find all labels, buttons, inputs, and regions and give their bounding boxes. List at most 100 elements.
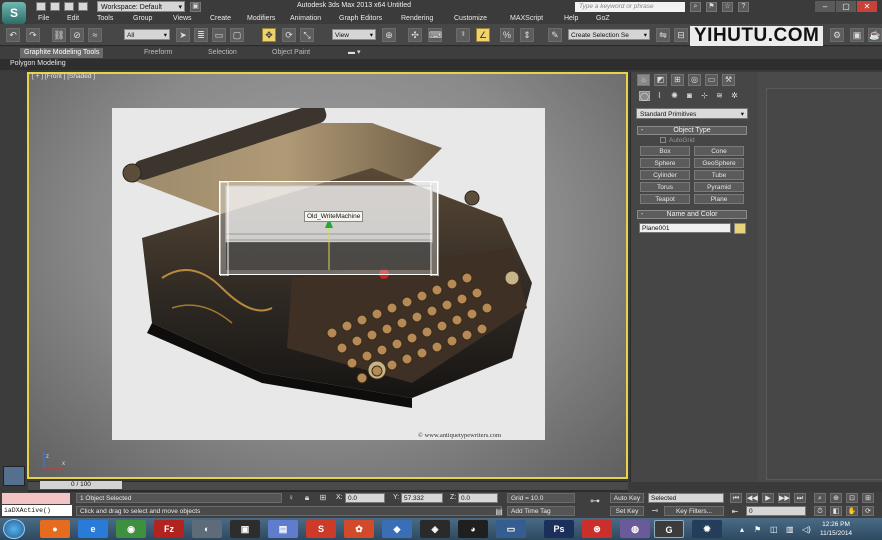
new-file-icon[interactable] — [36, 2, 46, 11]
menu-modifiers[interactable]: Modifiers — [247, 15, 275, 22]
modify-tab-icon[interactable]: ◩ — [654, 74, 667, 86]
unlink-icon[interactable]: ⊘ — [70, 28, 84, 42]
create-tab-icon[interactable]: ☼ — [637, 74, 650, 86]
tray-arrow-icon[interactable]: ▴ — [740, 525, 744, 534]
isolate-selection-icon[interactable]: ♀ — [286, 493, 296, 503]
snaps-toggle-icon[interactable]: ³ — [456, 28, 470, 42]
rendered-frame-icon[interactable]: ▣ — [850, 28, 864, 42]
next-frame-icon[interactable]: ▶▶ — [778, 493, 790, 503]
network-icon[interactable]: ▥ — [786, 525, 794, 534]
messenger-icon[interactable]: ◐ — [192, 520, 222, 538]
set-key-button[interactable]: Set Key — [610, 506, 644, 516]
app-shield-icon[interactable]: ⊛ — [582, 520, 612, 538]
angle-snap-icon[interactable]: ∠ — [476, 28, 490, 42]
spacewarps-category-icon[interactable]: ≋ — [714, 91, 725, 101]
geometry-category-icon[interactable]: ◯ — [639, 91, 650, 101]
auto-key-button[interactable]: Auto Key — [610, 493, 644, 503]
lights-category-icon[interactable]: ✺ — [669, 91, 680, 101]
spinner-snap-icon[interactable]: ⇕ — [520, 28, 534, 42]
align-icon[interactable]: ⊟ — [674, 28, 688, 42]
workspace-dropdown[interactable]: Workspace: Default ▾ — [97, 1, 185, 12]
zoom-all-icon[interactable]: ⊕ — [830, 493, 842, 503]
keyboard-shortcut-icon[interactable]: ⌨ — [428, 28, 442, 42]
menu-edit[interactable]: Edit — [67, 15, 79, 22]
firefox-icon[interactable]: ● — [40, 520, 70, 538]
render-setup-icon[interactable]: ⚙ — [830, 28, 844, 42]
3ds-max-taskbar-icon[interactable]: ▣ — [230, 520, 260, 538]
project-folder-icon[interactable]: ▣ — [190, 2, 201, 12]
helpers-category-icon[interactable]: ⊹ — [699, 91, 710, 101]
bind-space-warp-icon[interactable]: ≈ — [88, 28, 102, 42]
select-manipulate-icon[interactable]: ✣ — [408, 28, 422, 42]
selection-filter-dropdown[interactable]: All ▾ — [124, 29, 170, 40]
select-and-move-icon[interactable]: ✥ — [262, 28, 276, 42]
settings-gear-icon[interactable]: ✹ — [692, 520, 722, 538]
utilities-tab-icon[interactable]: ⚒ — [722, 74, 735, 86]
selection-lock-icon[interactable]: 🔒︎ — [302, 493, 312, 503]
go-to-end-icon[interactable]: ⏭ — [794, 493, 806, 503]
shapes-category-icon[interactable]: ⌇ — [654, 91, 665, 101]
plane-button[interactable]: Plane — [694, 194, 744, 204]
undo-icon[interactable]: ↶ — [6, 28, 20, 42]
play-icon[interactable]: ▶ — [762, 493, 774, 503]
maxscript-listener-input[interactable]: iaDXActive() — [2, 505, 72, 516]
name-and-color-rollout[interactable]: - Name and Color — [637, 210, 747, 219]
primitive-category-dropdown[interactable]: Standard Primitives ▾ — [636, 108, 748, 119]
rectangular-selection-icon[interactable]: ▭ — [212, 28, 226, 42]
filezilla-secondary-icon[interactable]: S — [306, 520, 336, 538]
set-keys-icon[interactable]: ⊸ — [650, 506, 660, 516]
menu-maxscript[interactable]: MAXScript — [510, 15, 543, 22]
add-time-tag-button[interactable]: Add Time Tag — [507, 506, 575, 516]
tray-app-icon[interactable]: ◫ — [770, 525, 778, 534]
pyramid-button[interactable]: Pyramid — [694, 182, 744, 192]
object-name-field[interactable]: Plane001 — [639, 223, 731, 233]
pan-view-icon[interactable]: ✋ — [846, 506, 858, 516]
named-selection-dropdown[interactable]: Create Selection Se ▾ — [568, 29, 650, 40]
flag-icon[interactable]: ⚑ — [754, 525, 761, 534]
undo-quick-icon[interactable] — [78, 2, 88, 11]
pivot-center-icon[interactable]: ⊕ — [382, 28, 396, 42]
zoom-extents-all-icon[interactable]: ⊞ — [862, 493, 874, 503]
chrome-icon[interactable]: ◉ — [116, 520, 146, 538]
filezilla-icon[interactable]: Fz — [154, 520, 184, 538]
tab-object-paint[interactable]: Object Paint — [268, 48, 314, 58]
edit-named-selection-icon[interactable]: ✎ — [548, 28, 562, 42]
cylinder-button[interactable]: Cylinder — [640, 170, 690, 180]
autogrid-checkbox[interactable]: AutoGrid — [660, 137, 695, 144]
box-button[interactable]: Box — [640, 146, 690, 156]
tube-button[interactable]: Tube — [694, 170, 744, 180]
menu-group[interactable]: Group — [133, 15, 152, 22]
previous-frame-icon[interactable]: ◀◀ — [746, 493, 758, 503]
minimize-button[interactable]: – — [815, 1, 835, 12]
cone-button[interactable]: Cone — [694, 146, 744, 156]
select-and-rotate-icon[interactable]: ⟳ — [282, 28, 296, 42]
ribbon-options-icon[interactable]: ▬ ▾ — [344, 48, 364, 58]
systems-category-icon[interactable]: ✲ — [729, 91, 740, 101]
app-red-icon[interactable]: ✿ — [344, 520, 374, 538]
maxscript-listener-output[interactable] — [2, 493, 70, 504]
tab-graphite-modeling-tools[interactable]: Graphite Modeling Tools — [20, 48, 104, 58]
viewport-thumbnail[interactable] — [3, 466, 25, 486]
menu-tools[interactable]: Tools — [97, 15, 113, 22]
absolute-mode-icon[interactable]: ⊞ — [318, 493, 328, 503]
community-icon[interactable]: ⚑ — [706, 2, 717, 12]
motion-tab-icon[interactable]: ◎ — [688, 74, 701, 86]
percent-snap-icon[interactable]: % — [500, 28, 514, 42]
menu-rendering[interactable]: Rendering — [401, 15, 433, 22]
x-coordinate-input[interactable]: 0.0 — [345, 493, 385, 503]
sphere-button[interactable]: Sphere — [640, 158, 690, 168]
explorer-icon[interactable]: ▤ — [268, 520, 298, 538]
volume-icon[interactable]: ◁) — [802, 525, 811, 534]
menu-goz[interactable]: GoZ — [596, 15, 610, 22]
app-logo[interactable]: S — [2, 2, 26, 24]
teapot-button[interactable]: Teapot — [640, 194, 690, 204]
select-object-icon[interactable]: ➤ — [176, 28, 190, 42]
link-icon[interactable]: ⛓ — [52, 28, 66, 42]
monitor-icon[interactable]: ▭ — [496, 520, 526, 538]
tab-freeform[interactable]: Freeform — [140, 48, 176, 58]
select-and-scale-icon[interactable]: ⤡ — [300, 28, 314, 42]
help-icon[interactable]: ? — [738, 2, 749, 12]
select-by-name-icon[interactable]: ≣ — [194, 28, 208, 42]
go-to-start-icon[interactable]: ⏮ — [730, 493, 742, 503]
render-icon[interactable]: ☕ — [868, 28, 882, 42]
